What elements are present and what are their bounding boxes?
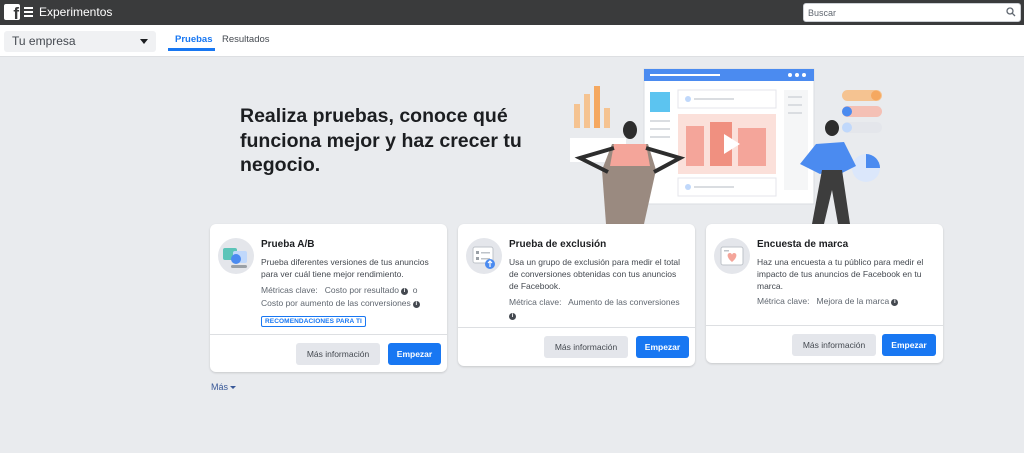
tab-resultados[interactable]: Resultados [222,34,270,46]
card-metrics: Métrica clave: Mejora de la marca i [757,295,937,308]
ab-test-icon [218,238,254,274]
search-box[interactable] [803,3,1021,22]
info-icon[interactable]: i [509,313,516,320]
caret-down-icon [230,386,237,389]
start-button[interactable]: Empezar [388,343,441,365]
top-bar: f Experimentos [0,0,1024,25]
metric-separator: o [412,285,418,295]
search-input[interactable] [808,6,998,20]
card-prueba-ab: Prueba A/B Prueba diferentes versiones d… [210,224,447,372]
recommendation-badge: RECOMENDACIONES PARA TI [261,316,366,327]
active-tab-indicator [168,48,215,51]
info-icon[interactable]: i [891,299,899,306]
more-info-button[interactable]: Más información [544,336,628,358]
card-divider [210,334,447,335]
metrics-label: Métrica clave: [509,297,562,307]
more-link-label: Más [211,382,229,392]
metric-value: Aumento de las conversiones [568,297,680,307]
card-title: Prueba de exclusión [509,239,607,250]
more-dropdown-link[interactable]: Más [211,382,237,392]
account-selector[interactable]: Tu empresa [4,31,156,52]
card-metrics: Métricas clave: Costo por resultado i o C… [261,284,441,310]
metric-value: Mejora de la marca [816,296,890,306]
caret-down-icon [140,39,148,44]
info-icon[interactable]: i [412,301,420,308]
sub-navigation: Tu empresa Pruebas Resultados [0,25,1024,57]
search-icon[interactable] [1006,7,1016,17]
holdout-test-icon [466,238,502,274]
more-info-button[interactable]: Más información [296,343,380,365]
card-divider [706,325,943,326]
card-title: Prueba A/B [261,239,315,250]
start-button[interactable]: Empezar [636,336,689,358]
card-divider [458,327,695,328]
hamburger-menu-icon[interactable] [24,7,33,17]
hero-illustration [570,68,882,224]
info-icon[interactable]: i [400,288,408,295]
tab-pruebas[interactable]: Pruebas [175,34,213,46]
card-description: Usa un grupo de exclusión para medir el … [509,257,681,291]
card-title: Encuesta de marca [757,239,849,250]
more-info-button[interactable]: Más información [792,334,876,356]
metric-value: Costo por resultado [324,285,399,295]
account-selector-label: Tu empresa [12,34,76,48]
metrics-label: Métricas clave: [261,285,318,295]
facebook-logo-icon[interactable]: f [4,4,20,22]
start-button[interactable]: Empezar [882,334,936,356]
card-encuesta-marca: Encuesta de marca Haz una encuesta a tu … [706,224,943,363]
hero-title: Realiza pruebas, conoce qué funciona mej… [240,105,522,176]
app-title: Experimentos [39,5,113,19]
card-metrics: Métrica clave: Aumento de las conversion… [509,296,689,322]
card-prueba-exclusion: Prueba de exclusión Usa un grupo de excl… [458,224,695,366]
card-description: Prueba diferentes versiones de tus anunc… [261,257,429,279]
card-description: Haz una encuesta a tu público para medir… [757,257,924,291]
metric-value: Costo por aumento de las conversiones [261,298,411,308]
brand-survey-icon [714,238,750,274]
metrics-label: Métrica clave: [757,296,810,306]
